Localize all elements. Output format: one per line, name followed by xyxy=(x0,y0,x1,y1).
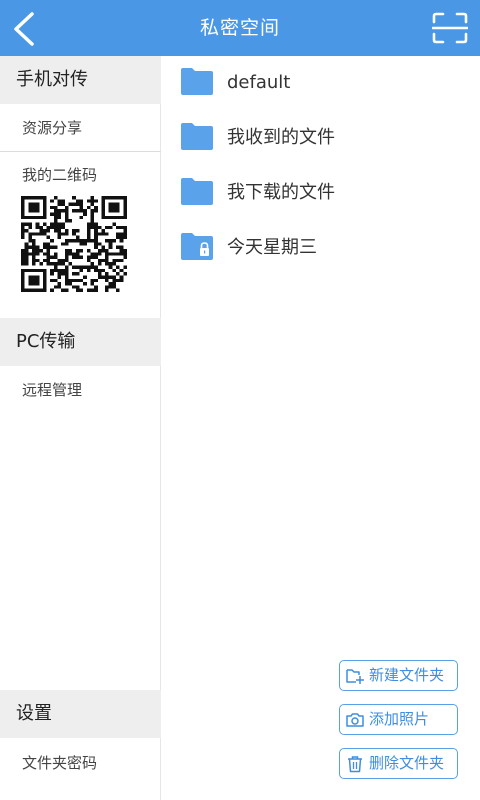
file-name: default xyxy=(227,72,291,93)
list-item[interactable]: 今天星期三 xyxy=(161,221,480,275)
camera-icon xyxy=(346,713,364,727)
new-folder-label: 新建文件夹 xyxy=(369,666,445,684)
new-folder-button[interactable]: 新建文件夹 xyxy=(339,660,458,691)
section-phone-transfer: 手机对传 xyxy=(0,56,161,104)
file-name: 今天星期三 xyxy=(227,237,317,258)
sidebar: 手机对传 资源分享 我的二维码 PC传输 远程管理 设置 文件夹密码 xyxy=(0,56,161,800)
file-name: 我下载的文件 xyxy=(227,182,335,203)
delete-folder-button[interactable]: 删除文件夹 xyxy=(339,748,458,779)
folder-add-icon xyxy=(346,669,364,684)
add-photo-button[interactable]: 添加照片 xyxy=(339,704,458,735)
folder-icon xyxy=(181,123,213,150)
file-name: 我收到的文件 xyxy=(227,127,335,148)
top-bar: 私密空间 xyxy=(0,0,480,56)
sidebar-item-resource-share[interactable]: 资源分享 xyxy=(0,105,161,151)
my-qr-code-label: 我的二维码 xyxy=(22,166,98,184)
delete-folder-label: 删除文件夹 xyxy=(369,754,445,772)
section-settings: 设置 xyxy=(0,690,161,738)
list-item[interactable]: default xyxy=(161,56,480,110)
sidebar-item-folder-password[interactable]: 文件夹密码 xyxy=(0,740,161,786)
folder-icon xyxy=(181,178,213,205)
trash-icon xyxy=(348,756,362,773)
section-pc-transfer: PC传输 xyxy=(0,318,161,366)
add-photo-label: 添加照片 xyxy=(369,710,430,728)
list-item[interactable]: 我下载的文件 xyxy=(161,166,480,220)
scan-frame-icon xyxy=(432,12,468,44)
scan-button[interactable] xyxy=(428,6,472,50)
sidebar-item-remote-manage[interactable]: 远程管理 xyxy=(0,367,161,413)
qr-code xyxy=(21,196,127,292)
locked-folder-icon xyxy=(181,233,213,260)
list-item[interactable]: 我收到的文件 xyxy=(161,111,480,165)
folder-icon xyxy=(181,68,213,95)
page-title: 私密空间 xyxy=(199,17,280,39)
